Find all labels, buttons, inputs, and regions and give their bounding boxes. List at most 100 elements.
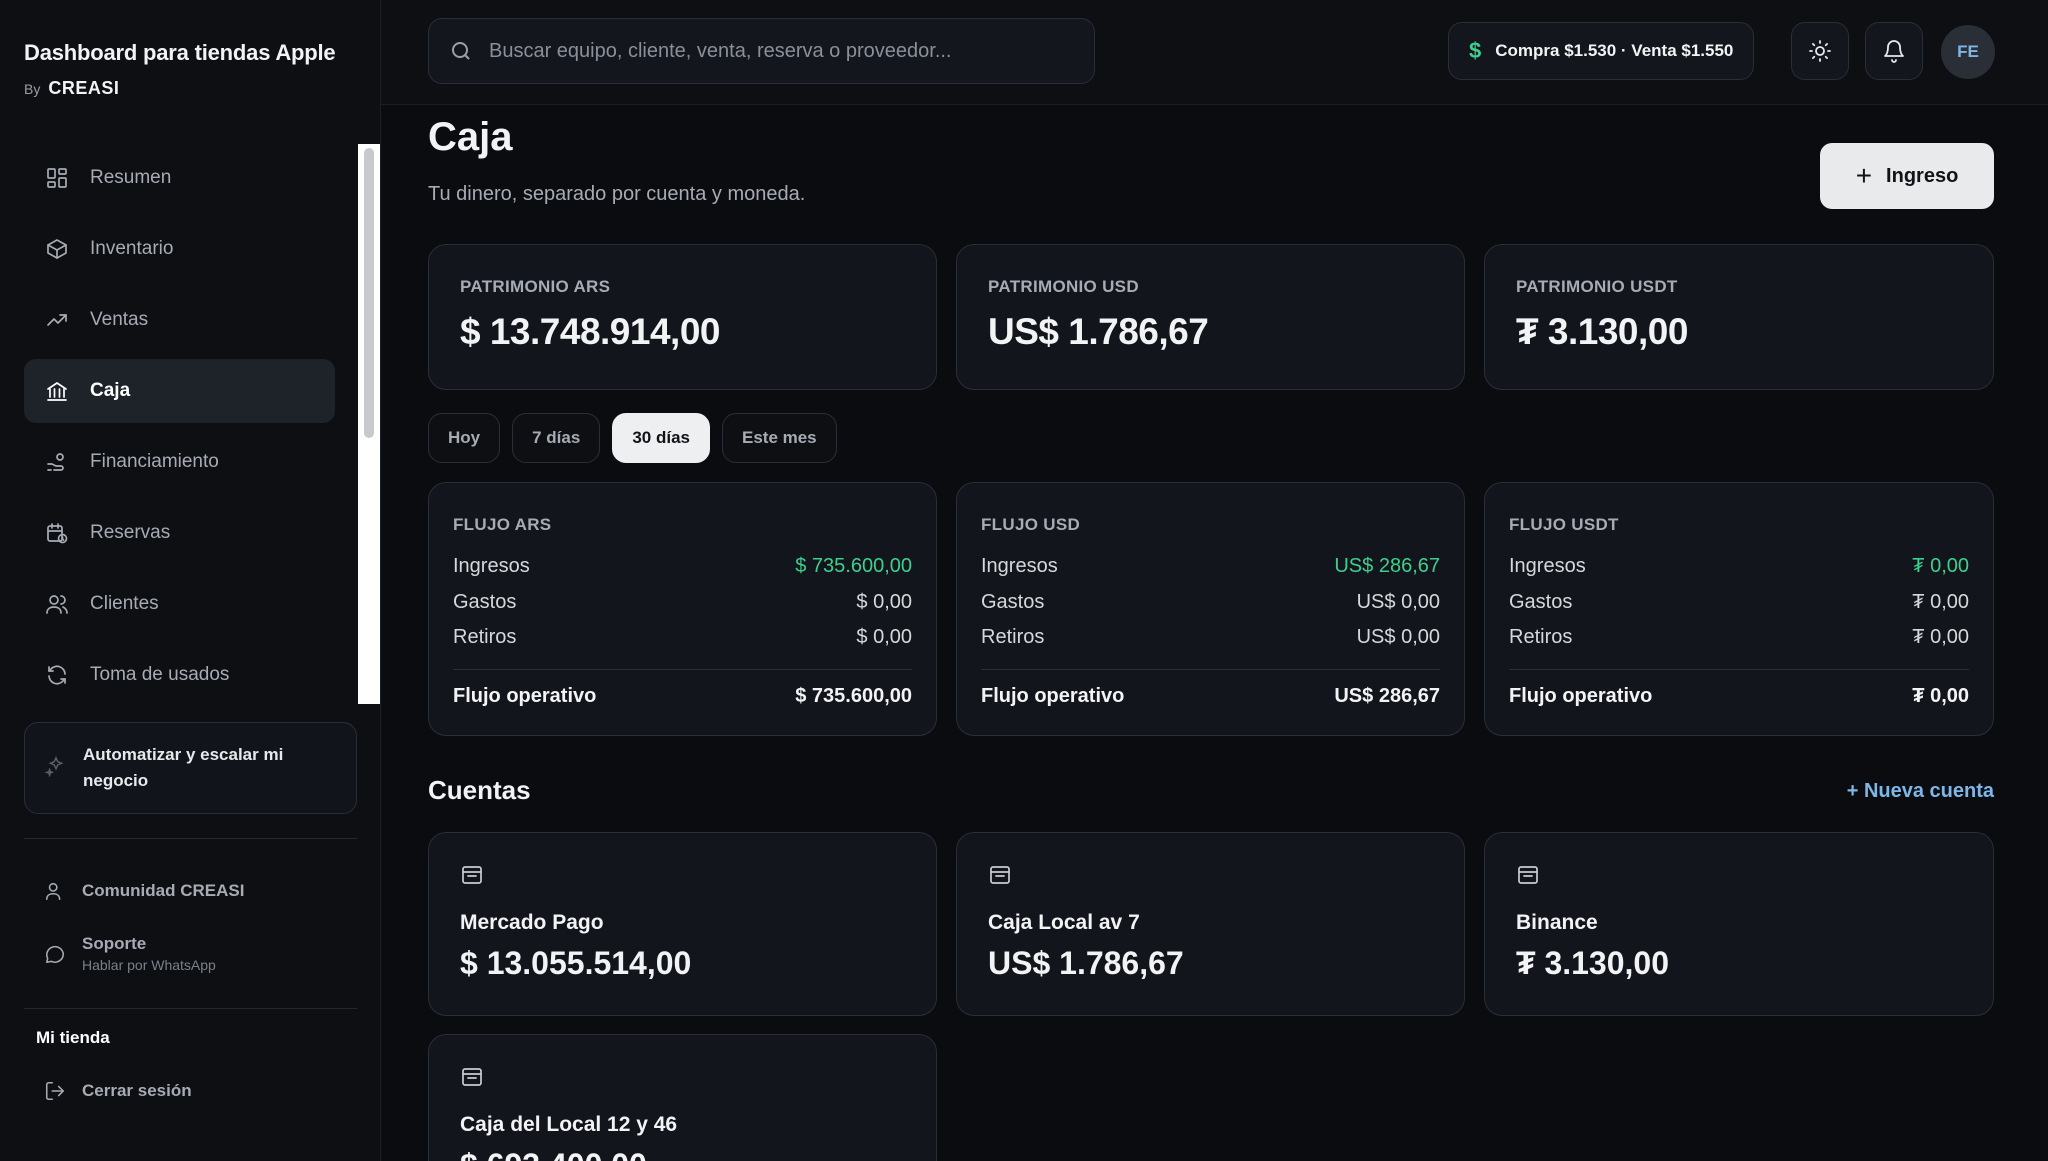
sidebar-item-label: Caja bbox=[90, 380, 131, 401]
brand: Dashboard para tiendas Apple By CREASI bbox=[24, 40, 336, 99]
refresh-icon bbox=[44, 662, 70, 688]
flow-row-retiros: Retiros ₮ 0,00 bbox=[1509, 626, 1969, 649]
sidebar: Dashboard para tiendas Apple By CREASI R… bbox=[0, 0, 381, 1161]
flujo-usd-card: FLUJO USD Ingresos US$ 286,67 Gastos US$… bbox=[956, 482, 1465, 736]
period-filter: Hoy 7 días 30 días Este mes bbox=[428, 413, 837, 463]
flow-total-label: Flujo operativo bbox=[1509, 685, 1653, 707]
flow-row-label: Gastos bbox=[981, 591, 1045, 613]
logout-label: Cerrar sesión bbox=[82, 1081, 192, 1100]
plus-icon: + bbox=[1855, 160, 1873, 191]
sidebar-item-caja[interactable]: Caja bbox=[24, 359, 335, 423]
account-card-caja-del-local-12-y-46[interactable]: Caja del Local 12 y 46 $ 693.400,00 bbox=[428, 1034, 937, 1161]
account-card-mercado-pago[interactable]: Mercado Pago $ 13.055.514,00 bbox=[428, 832, 937, 1016]
sidebar-item-toma-de-usados[interactable]: Toma de usados bbox=[24, 643, 335, 707]
patrimonio-value: US$ 1.786,67 bbox=[988, 311, 1209, 352]
support-link[interactable]: Soporte Hablar por WhatsApp bbox=[44, 934, 216, 973]
flow-row-label: Gastos bbox=[453, 591, 517, 613]
flow-row-value: $ 0,00 bbox=[856, 591, 912, 613]
patrimonio-label: PATRIMONIO USD bbox=[988, 277, 1139, 296]
patrimonio-label: PATRIMONIO USDT bbox=[1516, 277, 1678, 296]
sidebar-item-label: Toma de usados bbox=[90, 664, 230, 685]
sidebar-scrollbar-thumb[interactable] bbox=[364, 148, 374, 438]
sidebar-nav: Resumen Inventario Ventas Caja Financiam… bbox=[24, 146, 335, 714]
account-balance: ₮ 3.130,00 bbox=[1516, 945, 1669, 981]
account-card-caja-local-av-7[interactable]: Caja Local av 7 US$ 1.786,67 bbox=[956, 832, 1465, 1016]
automation-label: Automatizar y escalar mi negocio bbox=[83, 745, 284, 790]
period-chip-hoy[interactable]: Hoy bbox=[428, 413, 501, 463]
flow-divider bbox=[981, 669, 1440, 670]
period-chip-30-dias[interactable]: 30 días bbox=[612, 413, 710, 463]
page-title: Caja bbox=[428, 115, 513, 159]
flow-row-gastos: Gastos ₮ 0,00 bbox=[1509, 591, 1969, 614]
sidebar-item-label: Ventas bbox=[90, 309, 149, 330]
sidebar-item-label: Reservas bbox=[90, 522, 171, 543]
sidebar-item-label: Resumen bbox=[90, 167, 172, 188]
creasi-logo: CREASI bbox=[48, 78, 120, 98]
patrimonio-label: PATRIMONIO ARS bbox=[460, 277, 611, 296]
sidebar-item-financiamiento[interactable]: Financiamiento bbox=[24, 430, 335, 494]
add-ingreso-button[interactable]: + Ingreso bbox=[1820, 143, 1994, 209]
flow-row-label: Ingresos bbox=[981, 555, 1058, 577]
store-name: Mi tienda bbox=[36, 1028, 110, 1047]
wallet-icon bbox=[988, 863, 1012, 892]
sidebar-item-clientes[interactable]: Clientes bbox=[24, 572, 335, 636]
period-chip-7-dias[interactable]: 7 días bbox=[512, 413, 601, 463]
flow-row-label: Gastos bbox=[1509, 591, 1573, 613]
theme-toggle-button[interactable] bbox=[1791, 22, 1849, 80]
flow-row-value: $ 0,00 bbox=[856, 626, 912, 648]
account-balance: US$ 1.786,67 bbox=[988, 945, 1184, 981]
flow-total-value: US$ 286,67 bbox=[1334, 685, 1440, 707]
user-avatar[interactable]: FE bbox=[1941, 25, 1995, 79]
support-label: Soporte bbox=[82, 934, 147, 953]
add-ingreso-label: Ingreso bbox=[1886, 164, 1959, 187]
account-card-binance[interactable]: Binance ₮ 3.130,00 bbox=[1484, 832, 1994, 1016]
exchange-rate-text: Compra $1.530 · Venta $1.550 bbox=[1495, 41, 1734, 60]
account-name: Binance bbox=[1516, 911, 1598, 934]
brand-by-label: By bbox=[24, 81, 41, 97]
patrimonio-ars-card: PATRIMONIO ARS $ 13.748.914,00 bbox=[428, 244, 937, 390]
flow-row-label: Retiros bbox=[981, 626, 1045, 648]
flow-row-label: Ingresos bbox=[453, 555, 530, 577]
bell-icon bbox=[1884, 40, 1904, 63]
flow-row-value: ₮ 0,00 bbox=[1912, 555, 1969, 577]
sidebar-item-label: Inventario bbox=[90, 238, 174, 259]
exchange-rate-badge[interactable]: $ Compra $1.530 · Venta $1.550 bbox=[1448, 22, 1755, 80]
sidebar-item-reservas[interactable]: Reservas bbox=[24, 501, 335, 565]
notifications-button[interactable] bbox=[1865, 22, 1923, 80]
sidebar-item-ventas[interactable]: Ventas bbox=[24, 288, 335, 352]
new-account-link[interactable]: + Nueva cuenta bbox=[1847, 780, 1994, 803]
flow-divider bbox=[1509, 669, 1969, 670]
grid-icon bbox=[44, 165, 70, 191]
box-icon bbox=[44, 236, 70, 262]
period-chip-este-mes[interactable]: Este mes bbox=[721, 413, 837, 463]
flow-divider bbox=[453, 669, 912, 670]
accounts-section-title: Cuentas bbox=[428, 775, 531, 805]
sidebar-divider bbox=[24, 1008, 357, 1009]
hand-coins-icon bbox=[44, 449, 70, 475]
flow-total: Flujo operativo US$ 286,67 bbox=[981, 685, 1440, 708]
community-link[interactable]: Comunidad CREASI bbox=[44, 880, 244, 902]
account-name: Mercado Pago bbox=[460, 911, 604, 934]
automation-card[interactable]: Automatizar y escalar mi negocio bbox=[24, 722, 357, 814]
sparkles-icon bbox=[44, 755, 67, 782]
flow-total-label: Flujo operativo bbox=[453, 685, 597, 707]
flow-row-gastos: Gastos $ 0,00 bbox=[453, 591, 912, 614]
flow-row-gastos: Gastos US$ 0,00 bbox=[981, 591, 1440, 614]
wallet-icon bbox=[460, 1065, 484, 1094]
search-box[interactable] bbox=[428, 18, 1095, 84]
logout-link[interactable]: Cerrar sesión bbox=[44, 1080, 192, 1102]
wallet-icon bbox=[1516, 863, 1540, 892]
sidebar-item-inventario[interactable]: Inventario bbox=[24, 217, 335, 281]
flow-row-label: Retiros bbox=[453, 626, 517, 648]
brand-by: By CREASI bbox=[24, 78, 335, 99]
users-icon bbox=[45, 882, 61, 901]
flow-label: FLUJO ARS bbox=[453, 515, 552, 534]
search-input[interactable] bbox=[489, 39, 1069, 63]
flow-row-retiros: Retiros US$ 0,00 bbox=[981, 626, 1440, 649]
flujo-ars-card: FLUJO ARS Ingresos $ 735.600,00 Gastos $… bbox=[428, 482, 937, 736]
account-name: Caja Local av 7 bbox=[988, 911, 1140, 934]
flow-row-label: Retiros bbox=[1509, 626, 1573, 648]
message-circle-icon bbox=[45, 945, 65, 963]
sidebar-item-resumen[interactable]: Resumen bbox=[24, 146, 335, 210]
account-name: Caja del Local 12 y 46 bbox=[460, 1113, 678, 1136]
